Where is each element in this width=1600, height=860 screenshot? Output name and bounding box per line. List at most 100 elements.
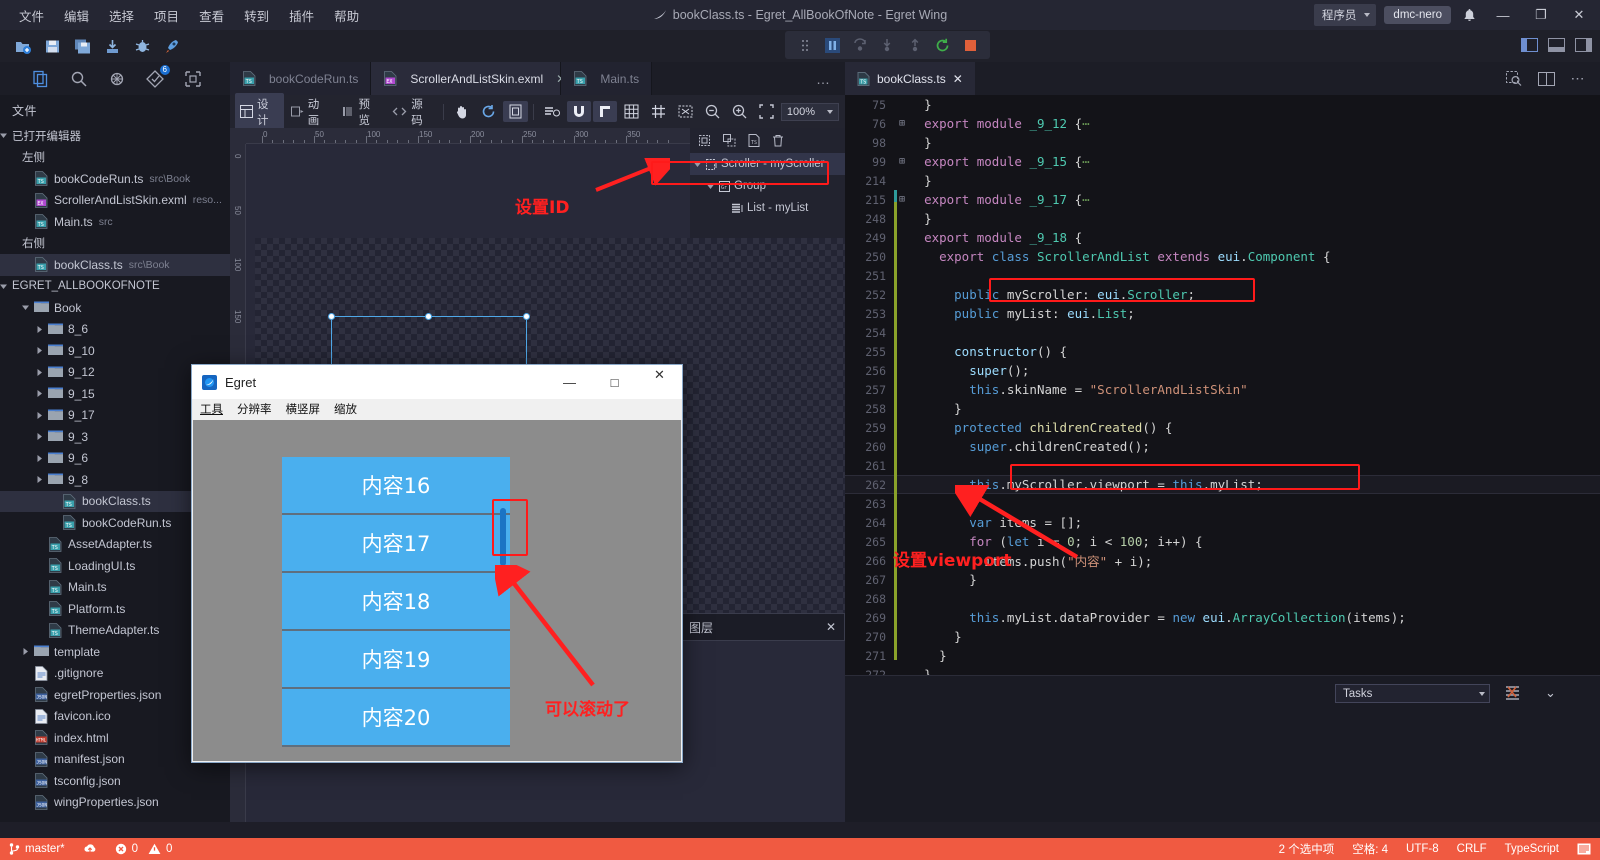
menu-plugin[interactable]: 插件	[280, 2, 323, 29]
code-line[interactable]: 75 }	[845, 95, 1600, 114]
code-line[interactable]: 256 super();	[845, 361, 1600, 380]
code-line[interactable]: 267 }	[845, 570, 1600, 589]
ungroup-icon[interactable]	[723, 134, 736, 147]
design-tab-1[interactable]: EXScrollerAndListSkin.exml✕	[371, 62, 566, 95]
code-line[interactable]: 270 }	[845, 627, 1600, 646]
drag-handle-icon[interactable]	[795, 35, 815, 55]
menu-view[interactable]: 查看	[190, 2, 233, 29]
create-ts-icon[interactable]: TS	[748, 134, 760, 147]
more-actions-icon[interactable]: ⋯	[1571, 70, 1587, 87]
code-line[interactable]: 272 }	[845, 665, 1600, 675]
fold-toggle-icon[interactable]: ⊞	[895, 118, 909, 129]
save-icon[interactable]	[38, 33, 66, 59]
egret-close-button[interactable]: ✕	[637, 365, 682, 384]
code-line[interactable]: 215 ⊞ export module _9_17 {⋯	[845, 190, 1600, 209]
layers-tool-icon[interactable]	[539, 101, 565, 122]
open-editors-header[interactable]: 已打开编辑器	[0, 125, 230, 147]
chevron-down-icon[interactable]	[22, 304, 34, 311]
restart-icon[interactable]	[933, 35, 953, 55]
design-mode-button[interactable]: 设计	[235, 92, 284, 131]
egret-menu-item-1[interactable]: 分辨率	[237, 401, 272, 417]
chevron-right-icon[interactable]	[36, 325, 48, 333]
tree-folder-item[interactable]: 9_10	[0, 340, 230, 362]
step-into-icon[interactable]	[877, 35, 897, 55]
debug-icon[interactable]	[128, 33, 156, 59]
code-line[interactable]: 76 ⊞ export module _9_12 {⋯	[845, 114, 1600, 133]
code-line[interactable]: 250 export class ScrollerAndList extends…	[845, 247, 1600, 266]
status-problems[interactable]: 0 0	[106, 838, 182, 860]
component-tree-node[interactable]: Scroller - myScroller	[690, 153, 845, 175]
delete-icon[interactable]	[772, 134, 784, 147]
egret-list-item[interactable]: 内容18	[282, 573, 510, 631]
split-editor-icon[interactable]	[1537, 71, 1555, 86]
status-indent[interactable]: 空格: 4	[1343, 838, 1397, 860]
chevron-right-icon[interactable]	[36, 390, 48, 398]
code-line[interactable]: 252 public myScroller: eui.Scroller;	[845, 285, 1600, 304]
save-all-icon[interactable]	[68, 33, 96, 59]
open-editor-item[interactable]: TS bookClass.ts src\Book	[0, 254, 230, 276]
split-preview-icon[interactable]	[1505, 71, 1522, 86]
publish-icon[interactable]	[98, 33, 126, 59]
resize-handle-tr[interactable]	[523, 313, 530, 320]
code-line[interactable]: 268	[845, 589, 1600, 608]
ruler-tool-icon[interactable]	[673, 101, 698, 122]
open-editor-item[interactable]: EX ScrollerAndListSkin.exml reso...	[0, 190, 230, 212]
code-line[interactable]: 98 }	[845, 133, 1600, 152]
status-language[interactable]: TypeScript	[1496, 838, 1568, 860]
zoom-level-select[interactable]: 100%	[780, 102, 840, 121]
debug-activity-icon[interactable]	[106, 68, 128, 90]
open-editor-item[interactable]: TS bookCodeRun.ts src\Book	[0, 168, 230, 190]
design-tab-2[interactable]: TS Main.ts	[561, 62, 653, 95]
window-minimize-button[interactable]: —	[1488, 0, 1518, 30]
clear-output-icon[interactable]	[1505, 685, 1520, 700]
feedback-icon[interactable]	[1568, 838, 1600, 860]
run-icon[interactable]	[158, 33, 186, 59]
egret-menu-item-3[interactable]: 缩放	[334, 401, 357, 417]
egret-menu-item-2[interactable]: 横竖屏	[286, 401, 321, 417]
menu-file[interactable]: 文件	[10, 2, 53, 29]
wrap-group-icon[interactable]	[698, 134, 711, 147]
guides-tool-icon[interactable]	[646, 101, 671, 122]
role-select[interactable]: 程序员	[1313, 4, 1377, 26]
close-icon[interactable]: ✕	[953, 72, 963, 86]
open-editor-item[interactable]: TS Main.ts src	[0, 211, 230, 233]
menu-select[interactable]: 选择	[100, 2, 143, 29]
chevron-down-icon[interactable]	[694, 161, 706, 168]
egret-list-item[interactable]: 内容16	[282, 457, 510, 515]
project-root-header[interactable]: EGRET_ALLBOOKOFNOTE	[0, 276, 230, 298]
toggle-right-panel-icon[interactable]	[1575, 38, 1592, 52]
code-line[interactable]: 259 protected childrenCreated() {	[845, 418, 1600, 437]
editor-more-actions[interactable]: …	[802, 62, 845, 95]
chevron-right-icon[interactable]	[36, 476, 48, 484]
chevron-right-icon[interactable]	[22, 648, 34, 656]
source-mode-button[interactable]: 源码	[387, 93, 438, 131]
code-line[interactable]: 254	[845, 323, 1600, 342]
window-maximize-button[interactable]: ❐	[1526, 0, 1556, 30]
user-chip[interactable]: dmc-nero	[1384, 6, 1451, 24]
chevron-down-icon[interactable]: ⌄	[1545, 685, 1556, 701]
egret-menu-item-0[interactable]: 工具	[200, 401, 223, 417]
chevron-right-icon[interactable]	[36, 433, 48, 441]
tasks-select[interactable]: Tasks	[1335, 684, 1490, 703]
code-line[interactable]: 260 super.childrenCreated();	[845, 437, 1600, 456]
window-close-button[interactable]: ✕	[1564, 0, 1594, 30]
status-eol[interactable]: CRLF	[1448, 838, 1496, 860]
pause-icon[interactable]	[822, 35, 842, 55]
code-line[interactable]: 249 export module _9_18 {	[845, 228, 1600, 247]
resize-handle-tc[interactable]	[425, 313, 432, 320]
menu-project[interactable]: 项目	[145, 2, 188, 29]
layer-search-box[interactable]: 图层 ✕	[680, 613, 845, 641]
egret-preview-window[interactable]: Egret — □ ✕ 工具 分辨率 横竖屏 缩放 内容16 内容17 内容18 内容19 内…	[191, 364, 683, 763]
tree-file-item[interactable]: JSON wingProperties.json	[0, 792, 230, 814]
code-line[interactable]: 253 public myList: eui.List;	[845, 304, 1600, 323]
chevron-right-icon[interactable]	[36, 454, 48, 462]
frame-tool-icon[interactable]	[502, 101, 528, 122]
code-line[interactable]: 99 ⊞ export module _9_15 {⋯	[845, 152, 1600, 171]
menu-edit[interactable]: 编辑	[55, 2, 98, 29]
code-line[interactable]: 261	[845, 456, 1600, 475]
component-tree-node[interactable]: Gr Group	[690, 175, 845, 197]
code-line[interactable]: 251	[845, 266, 1600, 285]
animation-mode-button[interactable]: 动画	[286, 93, 335, 131]
status-branch[interactable]: master*	[0, 838, 74, 860]
code-tab-bookclass[interactable]: TS bookClass.ts ✕	[845, 62, 975, 95]
